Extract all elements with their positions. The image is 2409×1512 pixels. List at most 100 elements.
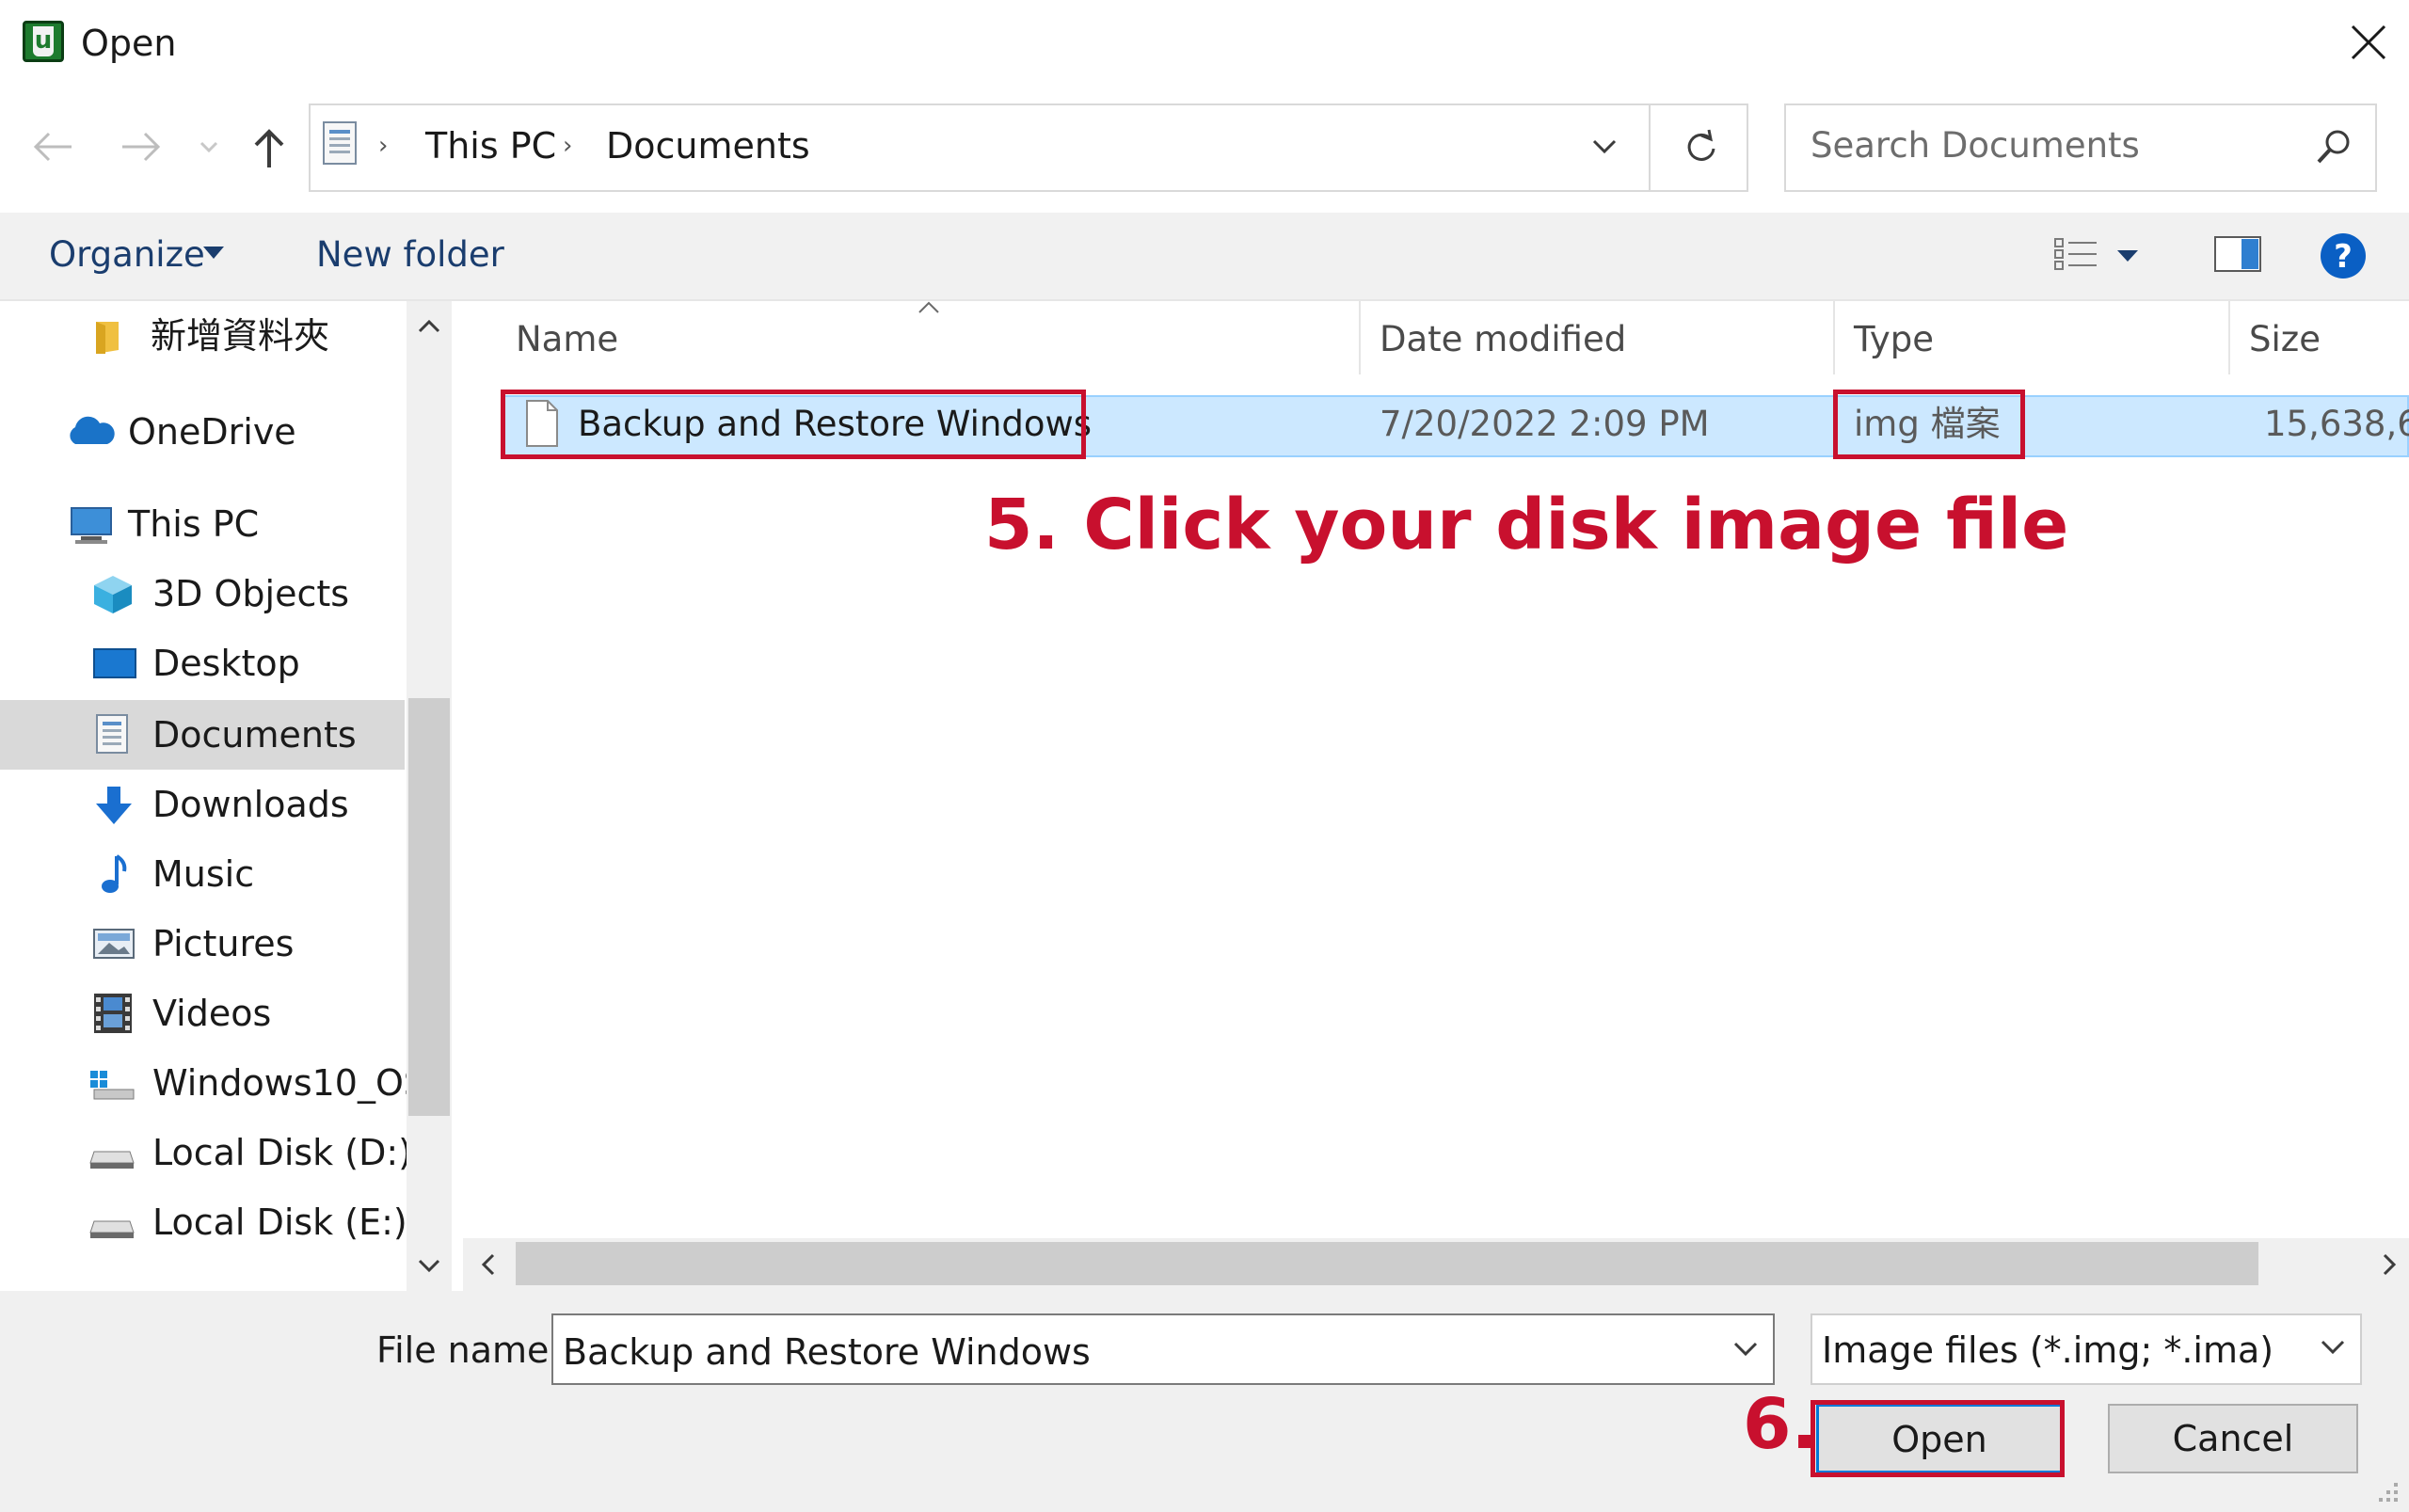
nav-scroll-up-button[interactable] [414, 314, 444, 341]
cloud-icon [70, 416, 115, 444]
breadcrumb-documents[interactable]: Documents [606, 122, 810, 169]
close-button[interactable] [2337, 11, 2400, 73]
annotation-highlight-type [1833, 390, 2025, 459]
nav-item-label: Local Disk (E:) [152, 1202, 407, 1243]
horizontal-scrollbar-thumb[interactable] [516, 1242, 2258, 1285]
nav-scroll-down-button[interactable] [414, 1255, 444, 1281]
cube-icon [94, 576, 132, 613]
desktop-icon [93, 648, 136, 678]
address-dropdown-button[interactable] [1588, 132, 1620, 164]
file-date: 7/20/2022 2:09 PM [1380, 404, 1710, 444]
windows-drive-icon [90, 1071, 135, 1100]
nav-item-downloads[interactable]: Downloads [0, 772, 407, 841]
app-icon-letter: u [33, 26, 54, 56]
search-icon[interactable] [2313, 126, 2354, 167]
help-button[interactable]: ? [2319, 231, 2368, 284]
nav-item-3d-objects[interactable]: 3D Objects [0, 561, 407, 630]
column-header-type[interactable]: Type [1854, 316, 1934, 363]
column-divider[interactable] [2228, 301, 2230, 374]
nav-item-local-disk-d[interactable]: Local Disk (D:) [0, 1120, 412, 1189]
breadcrumb-this-pc[interactable]: This PC [425, 122, 556, 169]
file-size: 15,638,61 [2264, 404, 2409, 444]
nav-item-label: 3D Objects [152, 573, 350, 614]
resize-grip-icon[interactable] [2369, 1473, 2401, 1509]
nav-item-label: Downloads [152, 784, 349, 825]
download-arrow-icon [96, 787, 132, 824]
nav-item-label: This PC [128, 503, 260, 545]
computer-icon [71, 507, 112, 544]
nav-item-this-pc[interactable]: This PC [0, 489, 407, 559]
column-header-date[interactable]: Date modified [1380, 316, 1626, 363]
chevron-down-icon [418, 1259, 440, 1273]
sort-ascending-icon [915, 297, 943, 316]
refresh-button[interactable] [1681, 126, 1722, 171]
file-name-dropdown-button[interactable] [1730, 1336, 1762, 1366]
documents-icon [96, 714, 128, 754]
refresh-icon [1687, 129, 1715, 161]
nav-item-label: 新增資料夾 [151, 315, 330, 357]
back-button[interactable] [28, 120, 81, 173]
file-type-dropdown-button[interactable] [2317, 1334, 2349, 1364]
recent-locations-button[interactable] [192, 120, 226, 173]
nav-scrollbar-thumb[interactable] [408, 698, 450, 1116]
nav-item-label: Desktop [152, 643, 300, 684]
nav-item-windows10-os[interactable]: Windows10_OS ( [0, 1050, 407, 1120]
column-header-name[interactable]: Name [516, 316, 618, 363]
chevron-down-icon [199, 141, 218, 153]
breadcrumb-chevron-icon: › [378, 132, 389, 160]
nav-item-label: Documents [152, 714, 357, 756]
scroll-left-button[interactable] [474, 1249, 504, 1283]
close-icon [2351, 24, 2386, 60]
nav-item-pictures[interactable]: Pictures [0, 911, 407, 980]
title-bar [0, 0, 2409, 90]
nav-item-desktop[interactable]: Desktop [0, 630, 407, 700]
column-header-size[interactable]: Size [2249, 316, 2321, 363]
drive-icon [89, 1151, 135, 1169]
file-type-value: Image files (*.img; *.ima) [1822, 1329, 2274, 1371]
file-name-value: Backup and Restore Windows [563, 1331, 1091, 1373]
new-folder-button[interactable]: New folder [316, 231, 504, 279]
nav-item-label: Local Disk (D:) [152, 1132, 412, 1173]
organize-button[interactable]: Organize [49, 231, 205, 279]
preview-pane-icon [2214, 236, 2261, 272]
nav-item-local-disk-e[interactable]: Local Disk (E:) [0, 1189, 407, 1259]
drive-icon [89, 1220, 135, 1238]
chevron-down-icon [1733, 1342, 1758, 1357]
window-title: Open [81, 23, 177, 64]
help-icon: ? [2321, 233, 2366, 279]
annotation-step-6: 6. [1743, 1384, 1818, 1465]
nav-item-documents[interactable]: Documents [0, 700, 407, 770]
column-divider[interactable] [1833, 301, 1835, 374]
details-view-icon [2054, 238, 2138, 270]
chevron-right-icon [2383, 1253, 2397, 1276]
chevron-down-icon [2321, 1340, 2345, 1355]
pictures-icon [93, 929, 135, 959]
nav-item-music[interactable]: Music [0, 841, 407, 911]
up-arrow-icon [254, 129, 284, 167]
column-divider[interactable] [1359, 301, 1361, 374]
app-icon: u [23, 21, 64, 62]
nav-item-videos[interactable]: Videos [0, 980, 407, 1050]
breadcrumb-chevron-icon: › [563, 132, 573, 160]
up-button[interactable] [243, 120, 295, 173]
address-divider [1649, 103, 1651, 192]
change-view-button[interactable] [2051, 233, 2146, 280]
music-note-icon [102, 854, 127, 893]
back-arrow-icon [33, 132, 72, 162]
annotation-highlight-open [1811, 1400, 2065, 1477]
nav-item-label: Windows10_OS ( [152, 1062, 407, 1104]
scroll-right-button[interactable] [2373, 1249, 2403, 1283]
organize-caret-icon [203, 247, 224, 259]
cancel-button[interactable]: Cancel [2108, 1404, 2358, 1473]
nav-item-label: OneDrive [128, 411, 296, 453]
nav-item-onedrive[interactable]: OneDrive [0, 397, 407, 467]
nav-item-label: Pictures [152, 923, 295, 964]
forward-arrow-icon [122, 132, 161, 162]
annotation-highlight-filename [501, 390, 1086, 459]
annotation-step-5: 5. Click your disk image file [984, 485, 2069, 565]
search-placeholder: Search Documents [1811, 125, 2140, 166]
forward-button[interactable] [113, 120, 166, 173]
nav-item-new-folder[interactable]: 新增資料夾 [0, 303, 407, 373]
chevron-left-icon [481, 1253, 495, 1276]
preview-pane-button[interactable] [2213, 235, 2262, 277]
